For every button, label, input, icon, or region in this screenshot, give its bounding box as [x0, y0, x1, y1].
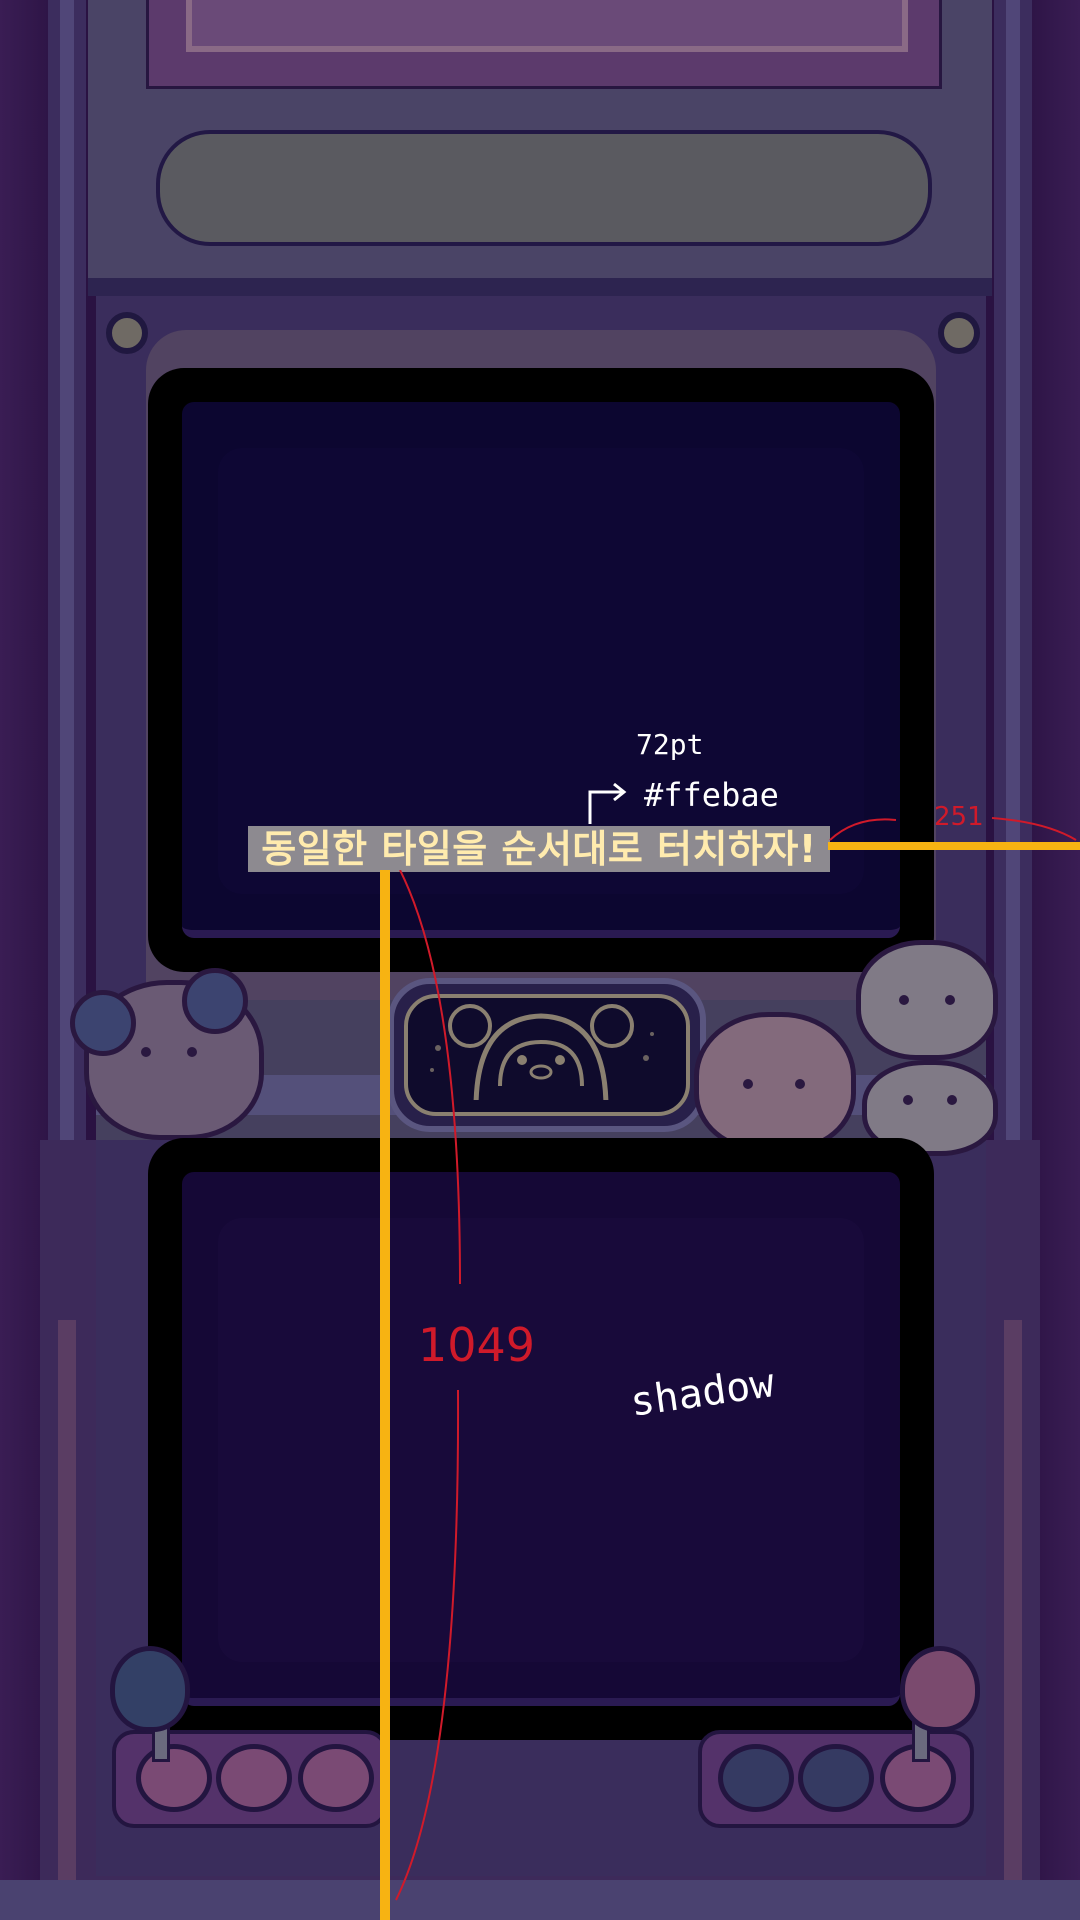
bottom-screen-panel: [182, 1172, 900, 1706]
left-pink-button[interactable]: [216, 1744, 292, 1812]
bottom-offset-note: 1049: [418, 1318, 536, 1372]
left-pink-button[interactable]: [298, 1744, 374, 1812]
right-control-panel: [698, 1730, 974, 1828]
right-offset-note: 251: [934, 802, 984, 832]
blue-joystick-icon[interactable]: [110, 1646, 190, 1732]
bottom-offset-brace: [395, 870, 461, 1901]
cabinet-deck: [88, 278, 992, 296]
hamster-character: [694, 1012, 856, 1152]
color-code-note: #ffebae: [644, 776, 779, 814]
font-size-note: 72pt: [636, 728, 704, 761]
instruction-headline: 동일한 타일을 순서대로 터치하자!: [248, 826, 830, 872]
left-bolt: [106, 312, 148, 354]
left-joystick-base: [136, 1744, 212, 1812]
pink-joystick-icon[interactable]: [900, 1646, 980, 1732]
calico-cat-character: [856, 940, 998, 1060]
right-blue-button[interactable]: [798, 1744, 874, 1812]
arrow-icon: [588, 782, 627, 824]
marquee-inner: [186, 0, 908, 52]
top-screen: [148, 368, 934, 972]
penguin-ear-icon: [70, 990, 136, 1056]
right-bolt: [938, 312, 980, 354]
marquee-bar: [156, 130, 932, 246]
penguin-ear-icon: [182, 968, 248, 1034]
bottom-screen: [148, 1138, 934, 1740]
cabinet-floor: [0, 1880, 1080, 1920]
right-blue-button[interactable]: [718, 1744, 794, 1812]
